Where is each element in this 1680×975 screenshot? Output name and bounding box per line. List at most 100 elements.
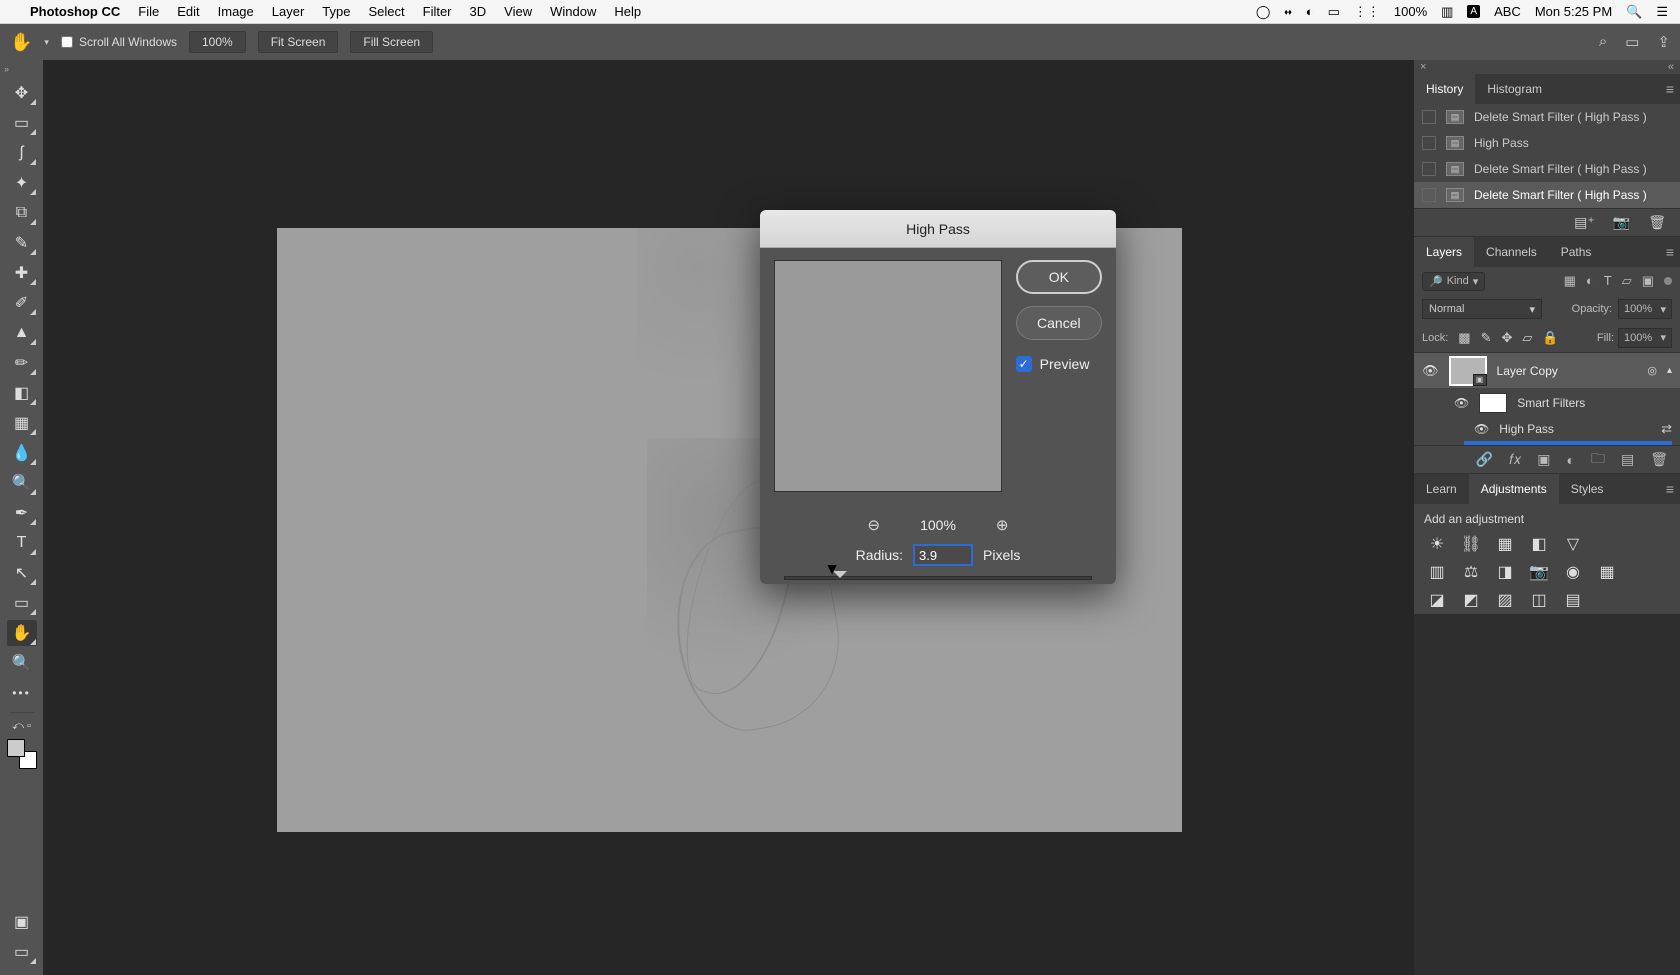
ok-button[interactable]: OK [1016, 260, 1102, 294]
zoom-in-icon[interactable]: ⊕ [996, 516, 1009, 534]
invert-icon[interactable]: ◪ [1426, 590, 1448, 610]
link-layers-icon[interactable]: 🔗 [1476, 451, 1493, 468]
adjustments-panel-menu-icon[interactable]: ≡ [1666, 481, 1674, 497]
levels-icon[interactable]: ⛓ [1460, 534, 1482, 554]
share-icon[interactable]: ⇪ [1657, 33, 1670, 51]
delete-state-icon[interactable]: 🗑 [1648, 214, 1666, 231]
snapshot-icon[interactable]: 📷 [1613, 214, 1630, 231]
wifi-icon[interactable]: ⋮⋮ [1354, 4, 1380, 20]
layer-expand-icon[interactable]: ▴ [1667, 365, 1672, 376]
eraser-tool[interactable]: ◧ [7, 380, 37, 406]
layer-visibility-icon[interactable]: 👁 [1422, 363, 1439, 379]
brush-tool[interactable]: ✐ [7, 290, 37, 316]
zoom-tool[interactable]: 🔍 [7, 650, 37, 676]
tab-paths[interactable]: Paths [1549, 237, 1604, 267]
filter-toggle-icon[interactable] [1664, 277, 1672, 285]
selective-color-icon[interactable]: ▤ [1562, 590, 1584, 610]
filter-smart-icon[interactable]: ▣ [1642, 273, 1654, 289]
layer-thumbnail[interactable]: ▣ [1449, 356, 1487, 386]
filter-mask-thumbnail[interactable] [1479, 393, 1507, 413]
menu-3d[interactable]: 3D [470, 4, 487, 19]
layer-tree[interactable]: 👁 ▣ Layer Copy ◎ ▴ 👁 Smart Filters 👁 Hig… [1414, 353, 1680, 445]
tab-adjustments[interactable]: Adjustments [1469, 474, 1559, 504]
quick-select-tool[interactable]: ✦ [7, 170, 37, 196]
move-tool[interactable]: ✥ [7, 80, 37, 106]
history-state-box[interactable] [1422, 136, 1436, 150]
brightness-contrast-icon[interactable]: ☀ [1426, 534, 1448, 554]
layer-visibility-icon[interactable]: 👁 [1474, 422, 1489, 436]
foreground-background-colors[interactable] [7, 739, 37, 769]
history-item[interactable]: ▤ High Pass [1414, 130, 1680, 156]
opacity-input[interactable]: 100% ▾ [1618, 299, 1672, 319]
tab-learn[interactable]: Learn [1414, 474, 1469, 504]
new-layer-icon[interactable]: ▤ [1621, 451, 1634, 468]
color-balance-icon[interactable]: ⚖ [1460, 562, 1482, 582]
smart-filters-row[interactable]: 👁 Smart Filters [1414, 389, 1680, 417]
fill-input[interactable]: 100% ▾ [1618, 328, 1672, 348]
tab-layers[interactable]: Layers [1414, 237, 1474, 267]
creative-cloud-icon[interactable]: ◐ [1306, 4, 1314, 19]
marquee-tool[interactable]: ▭ [7, 110, 37, 136]
gradient-tool[interactable]: ▦ [7, 410, 37, 436]
hue-sat-icon[interactable]: ▥ [1426, 562, 1448, 582]
pen-tool[interactable]: ✒ [7, 500, 37, 526]
menu-edit[interactable]: Edit [177, 4, 199, 19]
menu-help[interactable]: Help [614, 4, 641, 19]
dropbox-icon[interactable]: ⬪⬪ [1284, 4, 1291, 20]
status-app-icon[interactable]: ◯ [1256, 4, 1271, 20]
canvas-area[interactable]: High Pass OK Cancel ✓ Preview ⊖ 100% ⊕ [44, 60, 1414, 975]
clone-stamp-tool[interactable]: ▲ [7, 320, 37, 346]
menu-extras-icon[interactable]: ☰ [1656, 4, 1668, 20]
type-tool[interactable]: T [7, 530, 37, 556]
swap-colors-icon[interactable]: ⤺ ▫ [7, 719, 37, 733]
tab-histogram[interactable]: Histogram [1475, 74, 1554, 104]
preview-checkbox-box[interactable]: ✓ [1016, 356, 1032, 372]
filter-shape-icon[interactable]: ▱ [1622, 273, 1632, 289]
edit-toolbar-button[interactable]: ••• [7, 680, 37, 706]
history-item[interactable]: ▤ Delete Smart Filter ( High Pass ) [1414, 156, 1680, 182]
preview-checkbox[interactable]: ✓ Preview [1016, 356, 1102, 372]
lock-artboard-icon[interactable]: ▱ [1522, 330, 1532, 346]
zoom-level-button[interactable]: 100% [189, 31, 246, 53]
menu-layer[interactable]: Layer [272, 4, 305, 19]
history-brush-tool[interactable]: ✏ [7, 350, 37, 376]
fill-screen-button[interactable]: Fill Screen [350, 31, 433, 53]
scroll-all-windows-input[interactable] [61, 36, 73, 48]
menu-window[interactable]: Window [550, 4, 596, 19]
lock-transparency-icon[interactable]: ▩ [1458, 330, 1470, 346]
layer-fx-icon[interactable]: 𝑓𝑥 [1509, 451, 1521, 468]
eyedropper-tool[interactable]: ✎ [7, 230, 37, 256]
color-lookup-icon[interactable]: ▦ [1596, 562, 1618, 582]
vibrance-icon[interactable]: ▽ [1562, 534, 1584, 554]
app-name[interactable]: Photoshop CC [30, 4, 120, 19]
blur-tool[interactable]: 💧 [7, 440, 37, 466]
new-adjustment-layer-icon[interactable]: ◐ [1567, 452, 1575, 468]
history-state-box[interactable] [1422, 162, 1436, 176]
smart-filter-item[interactable]: 👁 High Pass ⇄ [1414, 417, 1680, 441]
new-group-icon[interactable]: 🗀 [1591, 448, 1605, 472]
lock-all-icon[interactable]: 🔒 [1542, 330, 1558, 346]
dialog-titlebar[interactable]: High Pass [760, 210, 1116, 248]
add-mask-icon[interactable]: ▣ [1537, 451, 1550, 468]
menu-file[interactable]: File [138, 4, 159, 19]
dodge-tool[interactable]: 🔍 [7, 470, 37, 496]
scroll-all-windows-checkbox[interactable]: Scroll All Windows [61, 35, 177, 49]
crop-tool[interactable]: ⧉ [7, 200, 37, 226]
zoom-out-icon[interactable]: ⊖ [868, 516, 881, 534]
dialog-preview-image[interactable] [774, 260, 1002, 492]
filter-pixel-icon[interactable]: ▦ [1564, 273, 1576, 289]
curves-icon[interactable]: ▦ [1494, 534, 1516, 554]
input-source-icon[interactable]: A [1467, 5, 1480, 18]
history-item[interactable]: ▤ Delete Smart Filter ( High Pass ) [1414, 182, 1680, 208]
blend-mode-select[interactable]: Normal ▾ [1422, 299, 1542, 319]
screen-mode-tool[interactable]: ▭ [7, 939, 37, 965]
radius-slider-thumb[interactable]: ▲ [833, 571, 847, 584]
filter-type-icon[interactable]: T [1604, 273, 1612, 289]
panel-close-icon[interactable]: × [1420, 61, 1426, 73]
search-icon[interactable]: ⌕ [1599, 33, 1607, 51]
layer-visibility-icon[interactable]: 👁 [1454, 396, 1469, 410]
battery-icon[interactable]: ▥ [1441, 4, 1453, 20]
layer-filter-kind[interactable]: 🔎 Kind ▾ [1422, 272, 1485, 291]
gradient-map-icon[interactable]: ◫ [1528, 590, 1550, 610]
history-list[interactable]: ▤ Delete Smart Filter ( High Pass ) ▤ Hi… [1414, 104, 1680, 208]
